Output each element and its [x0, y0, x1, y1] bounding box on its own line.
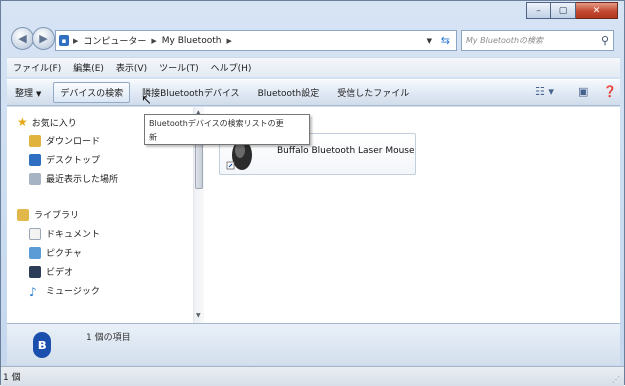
status-text: 1 個 [3, 373, 21, 383]
forward-arrow-icon: ▶ [39, 32, 48, 45]
command-bar: 整理 ▼ デバイスの検索 隣接Bluetoothデバイス Bluetooth設定 … [7, 79, 620, 106]
tooltip: Bluetoothデバイスの検索リストの更 新 [144, 114, 310, 145]
menu-bar: ファイル(F) 編集(E) 表示(V) ツール(T) ヘルプ(H) [7, 57, 620, 77]
nav-libraries-label: ライブラリ [34, 211, 80, 221]
maximize-icon: ▢ [558, 5, 568, 16]
view-options-icon[interactable]: ☷ ▾ [535, 85, 554, 98]
tooltip-line: 新 [149, 133, 157, 142]
nav-item-pictures[interactable]: ピクチャ [29, 246, 82, 259]
navigation-bar: ◀ ▶ ▪ ▶ コンピューター ▶ My Bluetooth ▶ ▼ ⇆ My … [11, 24, 618, 54]
search-box[interactable]: My Bluetoothの検索 ⚲ [461, 30, 614, 51]
nav-item-music[interactable]: ♪ ミュージック [29, 284, 100, 299]
bluetooth-icon: ʙ [33, 332, 51, 358]
download-folder-icon [29, 134, 41, 147]
music-icon: ♪ [29, 284, 37, 299]
explorer-window: – ▢ ✕ ◀ ▶ ▪ ▶ コンピューター ▶ My Bluetooth ▶ ▼… [0, 0, 625, 386]
recent-places-icon [29, 172, 41, 185]
breadcrumb-separator-icon[interactable]: ▶ [151, 37, 156, 45]
nearby-devices-button[interactable]: 隣接Bluetoothデバイス [142, 86, 239, 99]
breadcrumb-separator-icon[interactable]: ▶ [73, 37, 78, 45]
chevron-down-icon: ▼ [36, 90, 42, 98]
close-button[interactable]: ✕ [576, 2, 618, 19]
back-arrow-icon: ◀ [18, 32, 27, 45]
status-bar: 1 個 ⋰ [1, 366, 624, 386]
close-icon: ✕ [592, 5, 601, 16]
help-icon[interactable]: ❓ [603, 85, 617, 98]
computer-icon: ▪ [59, 35, 69, 46]
address-bar[interactable]: ▪ ▶ コンピューター ▶ My Bluetooth ▶ ▼ ⇆ [55, 30, 457, 51]
documents-icon [29, 227, 41, 240]
resize-grip-icon[interactable]: ⋰ [612, 375, 620, 384]
search-icon[interactable]: ⚲ [601, 34, 609, 47]
nav-item-downloads[interactable]: ダウンロード [29, 134, 100, 147]
organize-label: 整理 [15, 89, 34, 99]
device-name: Buffalo Bluetooth Laser Mouse [277, 146, 415, 156]
item-count: 1 個の項目 [86, 333, 131, 343]
nav-item-label: ビデオ [46, 268, 74, 278]
nav-favorites-label: お気に入り [31, 118, 77, 129]
nav-libraries[interactable]: ライブラリ [17, 208, 79, 221]
minimize-icon: – [536, 5, 541, 16]
nav-item-videos[interactable]: ビデオ [29, 265, 73, 278]
videos-icon [29, 265, 41, 278]
nav-item-label: 最近表示した場所 [46, 175, 119, 185]
nav-item-desktop[interactable]: デスクトップ [29, 153, 100, 166]
back-button[interactable]: ◀ [11, 27, 34, 50]
maximize-button[interactable]: ▢ [551, 2, 576, 19]
breadcrumb-computer[interactable]: コンピューター [83, 34, 146, 47]
refresh-icon[interactable]: ⇆ [441, 34, 450, 47]
content-area: ★ お気に入り ダウンロード デスクトップ 最近表示した場所 ライブラリ ドキュ… [7, 107, 620, 323]
minimize-button[interactable]: – [526, 2, 551, 19]
libraries-icon [17, 208, 29, 221]
details-pane: ʙ 1 個の項目 [7, 323, 620, 365]
nav-item-label: ダウンロード [46, 137, 101, 147]
search-devices-button[interactable]: デバイスの検索 [53, 82, 131, 103]
scroll-down-icon[interactable]: ▼ [196, 312, 201, 319]
menu-tools[interactable]: ツール(T) [159, 61, 199, 74]
desktop-icon [29, 153, 41, 166]
forward-button[interactable]: ▶ [32, 27, 55, 50]
organize-button[interactable]: 整理 ▼ [15, 86, 41, 99]
mouse-pointer-icon: ↖ [141, 93, 152, 108]
menu-edit[interactable]: 編集(E) [73, 61, 104, 74]
nav-item-label: ミュージック [46, 287, 100, 297]
star-icon: ★ [17, 115, 28, 129]
nav-item-label: ドキュメント [46, 230, 101, 240]
tooltip-line: Bluetoothデバイスの検索リストの更 [149, 119, 284, 128]
pictures-icon [29, 246, 41, 259]
menu-help[interactable]: ヘルプ(H) [211, 61, 252, 74]
preview-pane-icon[interactable]: ▣ [578, 85, 588, 98]
nav-item-label: ピクチャ [46, 249, 82, 259]
nav-item-recent-places[interactable]: 最近表示した場所 [29, 172, 118, 185]
search-placeholder: My Bluetoothの検索 [466, 36, 544, 45]
caption-buttons: – ▢ ✕ [526, 2, 618, 19]
breadcrumb-separator-icon[interactable]: ▶ [226, 37, 231, 45]
breadcrumb-my-bluetooth[interactable]: My Bluetooth [162, 36, 222, 46]
received-files-button[interactable]: 受信したファイル [337, 86, 409, 99]
menu-file[interactable]: ファイル(F) [13, 61, 61, 74]
nav-item-label: デスクトップ [46, 156, 101, 166]
bluetooth-settings-button[interactable]: Bluetooth設定 [258, 86, 320, 99]
nav-item-documents[interactable]: ドキュメント [29, 227, 100, 240]
menu-view[interactable]: 表示(V) [116, 61, 147, 74]
nav-favorites[interactable]: ★ お気に入り [17, 115, 77, 129]
address-dropdown-icon[interactable]: ▼ [427, 37, 432, 45]
